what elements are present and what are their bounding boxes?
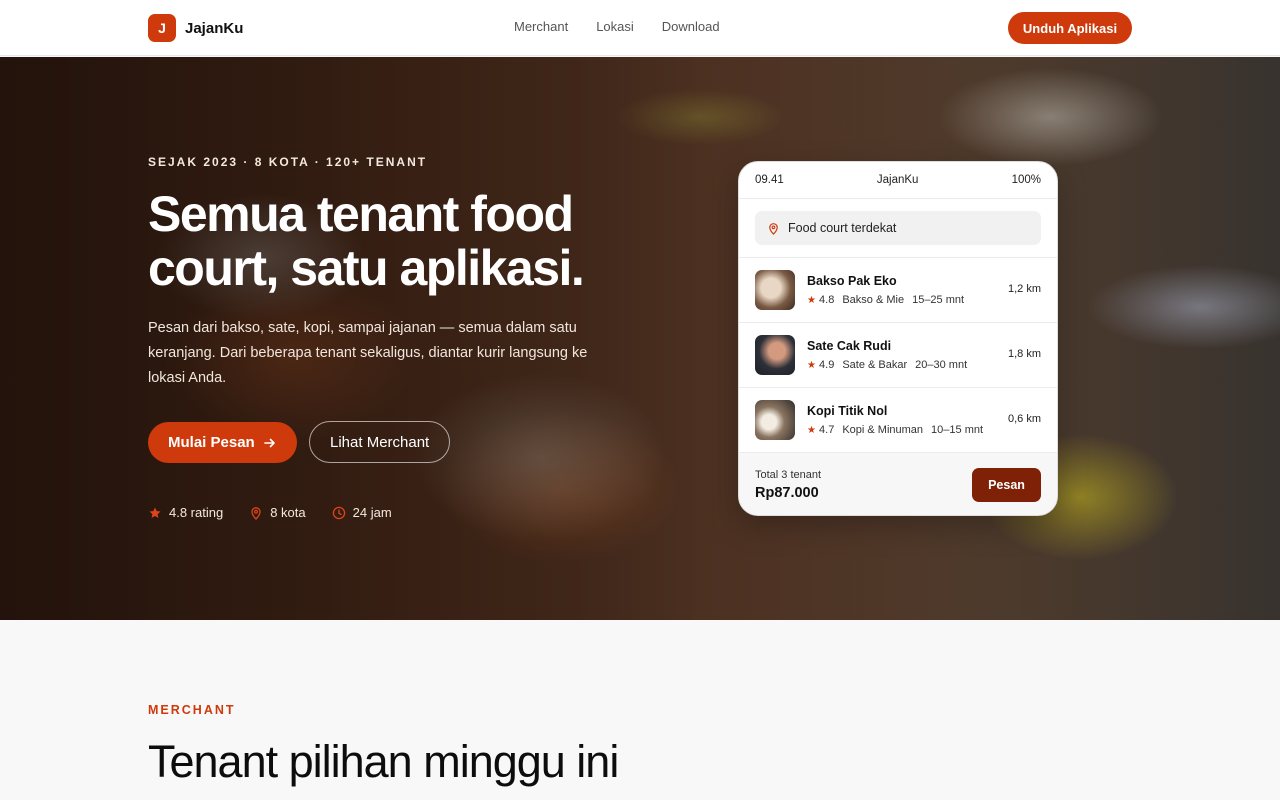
tenant-thumbnail (755, 400, 795, 440)
download-app-button[interactable]: Unduh Aplikasi (1008, 12, 1132, 44)
star-icon: ★ (807, 425, 816, 436)
tenant-eta: 20–30 mnt (915, 359, 968, 371)
tenant-category: Bakso & Mie (842, 294, 905, 306)
star-icon (149, 507, 161, 518)
tenant-name: Kopi Titik Nol (807, 404, 888, 418)
stat-rating: 4.8 rating (148, 505, 223, 520)
status-time: 09.41 (755, 174, 784, 186)
hero-description: Pesan dari bakso, sate, kopi, sampai jaj… (148, 320, 588, 386)
tenant-meta: ★ 4.8 Bakso & Mie 15–25 mnt (807, 294, 964, 306)
tenant-name: Bakso Pak Eko (807, 274, 897, 288)
nav-link-lokasi[interactable]: Lokasi (596, 19, 634, 34)
cart-summary: Total 3 tenant Rp87.000 (755, 469, 821, 501)
nav-link-download[interactable]: Download (662, 19, 720, 34)
cart-total: Rp87.000 (755, 484, 819, 501)
start-order-button[interactable]: Mulai Pesan (148, 422, 297, 463)
tenant-meta: ★ 4.9 Sate & Bakar 20–30 mnt (807, 359, 967, 371)
order-button[interactable]: Pesan (972, 467, 1041, 502)
cart-tenant-count: Total 3 tenant (755, 468, 822, 481)
brand-name: JajanKu (185, 19, 244, 37)
tenant-row[interactable]: Sate Cak Rudi ★ 4.9 Sate & Bakar 20–30 m… (739, 323, 1057, 388)
hero-title: Semua tenant food court, satu aplikasi. (148, 186, 585, 296)
location-pin-icon (251, 506, 261, 520)
app-preview-card: 09.41 JajanKu 100% Food court terdekat B… (738, 161, 1058, 516)
logo-mark: J (148, 14, 176, 42)
top-navbar: J JajanKu Merchant Lokasi Download Unduh… (0, 0, 1280, 56)
tenant-row[interactable]: Kopi Titik Nol ★ 4.7 Kopi & Minuman 10–1… (739, 388, 1057, 453)
stat-cities: 8 kota (249, 505, 306, 520)
tenant-rating: 4.8 (819, 294, 835, 306)
brand-logo[interactable]: J JajanKu (148, 14, 243, 42)
tenant-distance: 1,8 km (1007, 348, 1041, 360)
tenant-info: Sate Cak Rudi ★ 4.9 Sate & Bakar 20–30 m… (807, 339, 967, 371)
tenant-category: Sate & Bakar (842, 359, 908, 371)
section-eyebrow: MERCHANT (148, 703, 236, 717)
hero-eyebrow: SEJAK 2023 · 8 KOTA · 120+ TENANT (148, 155, 428, 169)
status-app-name: JajanKu (876, 174, 919, 186)
nav-link-merchant[interactable]: Merchant (514, 19, 568, 34)
tenant-eta: 15–25 mnt (912, 294, 965, 306)
star-icon: ★ (807, 360, 816, 371)
nearby-search-field[interactable]: Food court terdekat (755, 211, 1041, 245)
tenant-thumbnail (755, 270, 795, 310)
cart-footer: Total 3 tenant Rp87.000 Pesan (739, 453, 1057, 515)
tenant-distance: 0,6 km (1007, 413, 1041, 425)
arrow-right-icon (263, 438, 275, 447)
start-order-label: Mulai Pesan (168, 434, 255, 451)
phone-status-bar: 09.41 JajanKu 100% (739, 162, 1057, 199)
tenant-name: Sate Cak Rudi (807, 339, 892, 353)
view-merchant-button[interactable]: Lihat Merchant (309, 421, 451, 463)
tenant-row[interactable]: Bakso Pak Eko ★ 4.8 Bakso & Mie 15–25 mn… (739, 258, 1057, 323)
stat-hours: 24 jam (332, 505, 392, 520)
tenant-rating: 4.7 (819, 424, 835, 436)
tenant-info: Bakso Pak Eko ★ 4.8 Bakso & Mie 15–25 mn… (807, 274, 964, 306)
nav-links: Merchant Lokasi Download (514, 19, 720, 34)
tenant-thumbnail (755, 335, 795, 375)
section-title: Tenant pilihan minggu ini (148, 736, 619, 787)
search-placeholder: Food court terdekat (788, 221, 897, 235)
status-battery: 100% (1011, 174, 1041, 186)
stat-hours-label: 24 jam (352, 505, 392, 520)
tenant-rating: 4.9 (819, 359, 835, 371)
clock-icon (332, 506, 345, 519)
location-pin-icon (769, 222, 778, 235)
star-icon: ★ (807, 295, 816, 306)
stat-cities-label: 8 kota (270, 505, 306, 520)
tenant-meta: ★ 4.7 Kopi & Minuman 10–15 mnt (807, 424, 983, 436)
tenant-eta: 10–15 mnt (931, 424, 984, 436)
hero-stats: 4.8 rating 8 kota 24 jam (148, 505, 392, 520)
hero-section: SEJAK 2023 · 8 KOTA · 120+ TENANT Semua … (0, 57, 1280, 620)
stat-rating-label: 4.8 rating (169, 505, 224, 520)
tenant-category: Kopi & Minuman (842, 424, 924, 436)
tenant-list: Bakso Pak Eko ★ 4.8 Bakso & Mie 15–25 mn… (739, 257, 1057, 453)
tenant-distance: 1,2 km (1007, 283, 1041, 295)
tenant-info: Kopi Titik Nol ★ 4.7 Kopi & Minuman 10–1… (807, 404, 983, 436)
